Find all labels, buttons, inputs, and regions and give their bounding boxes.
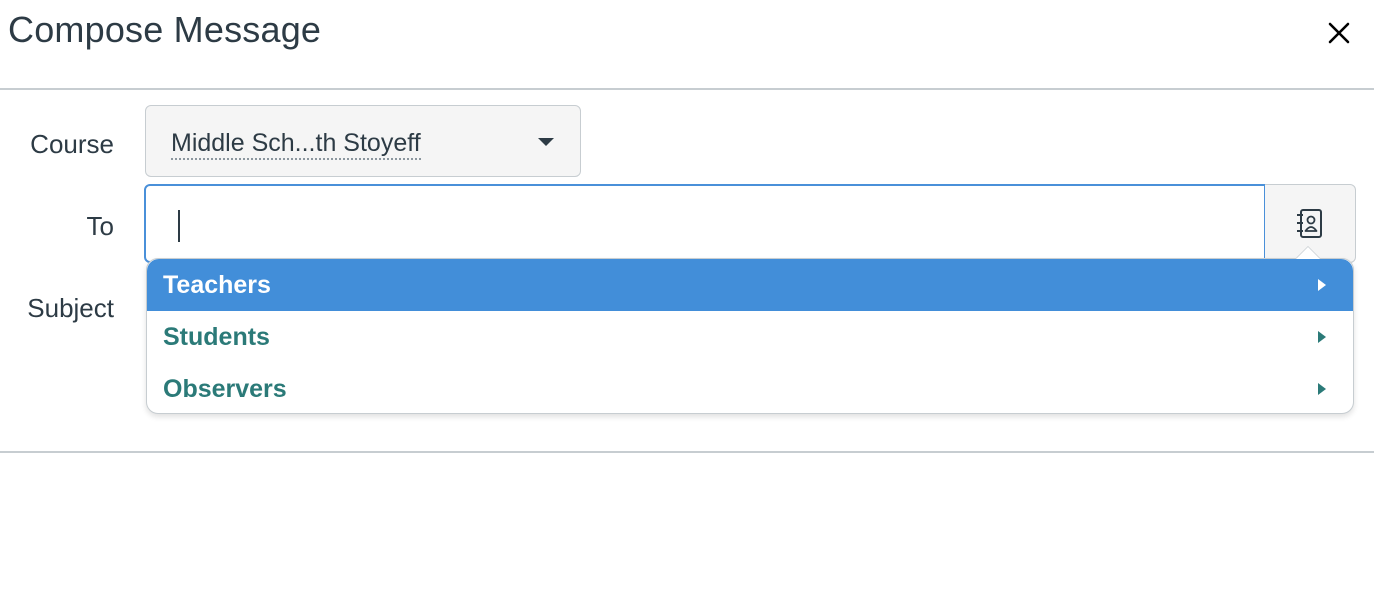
subject-label: Subject [27, 293, 114, 323]
to-input[interactable] [144, 184, 1266, 263]
recipient-option-students[interactable]: Students [147, 311, 1353, 363]
dialog-title: Compose Message [8, 9, 322, 50]
recipient-option-label: Observers [163, 375, 287, 403]
recipient-option-label: Teachers [163, 271, 271, 299]
recipient-option-observers[interactable]: Observers [147, 363, 1353, 413]
dialog-header: Compose Message [0, 0, 1374, 90]
to-label: To [86, 211, 114, 241]
recipient-option-label: Students [163, 323, 270, 351]
chevron-right-icon [1318, 383, 1326, 395]
dropdown-pointer [1296, 247, 1320, 259]
chevron-right-icon [1318, 279, 1326, 291]
footer-divider [0, 451, 1374, 453]
close-icon [1328, 22, 1350, 44]
compose-message-dialog: Compose Message Course Middle Sch...th S… [0, 0, 1374, 612]
address-book-icon [1297, 209, 1322, 238]
recipient-dropdown: Teachers Students Observers [146, 247, 1354, 414]
recipient-list: Teachers Students Observers [147, 259, 1353, 413]
caret-down-icon [538, 138, 554, 146]
course-select-value: Middle Sch...th Stoyeff [171, 128, 421, 160]
course-label: Course [30, 129, 114, 159]
chevron-right-icon [1318, 331, 1326, 343]
recipient-option-teachers[interactable]: Teachers [147, 259, 1353, 311]
close-button[interactable] [1318, 12, 1360, 54]
text-cursor [178, 210, 180, 242]
course-select[interactable]: Middle Sch...th Stoyeff [145, 105, 581, 177]
